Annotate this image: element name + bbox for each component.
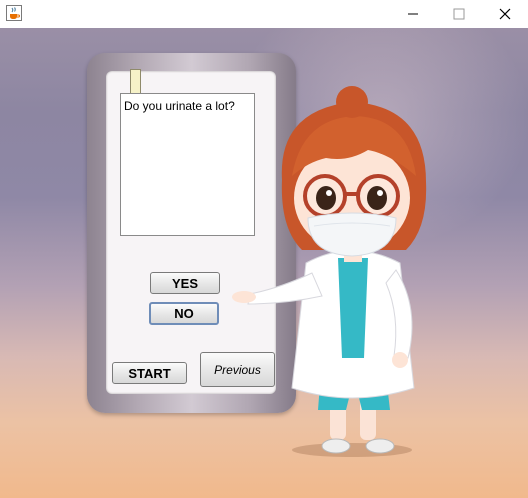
yes-button[interactable]: YES (150, 272, 220, 294)
java-cup-icon (6, 5, 22, 21)
title-bar (0, 0, 528, 28)
minimize-button[interactable] (390, 0, 436, 28)
start-button[interactable]: START (112, 362, 187, 384)
device-indicator (130, 69, 141, 95)
question-text: Do you urinate a lot? (124, 99, 235, 113)
close-icon (499, 8, 511, 20)
maximize-button[interactable] (436, 0, 482, 28)
no-button[interactable]: NO (149, 302, 219, 325)
close-button[interactable] (482, 0, 528, 28)
doctor-character-illustration (232, 86, 427, 457)
minimize-icon (408, 13, 418, 15)
maximize-icon (453, 8, 465, 20)
